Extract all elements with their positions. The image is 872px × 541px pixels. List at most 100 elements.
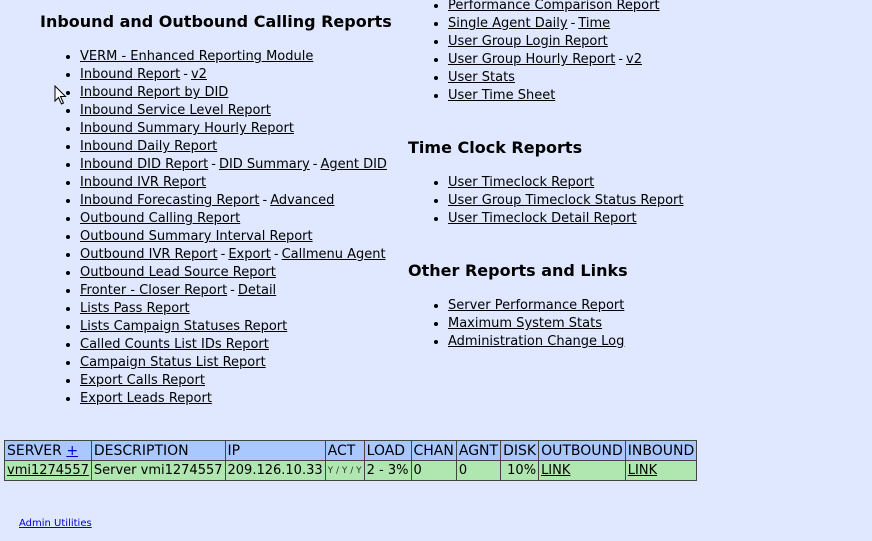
report-link-inbound-did-report[interactable]: Inbound DID Report bbox=[80, 157, 208, 172]
admin-utilities-link[interactable]: Admin Utilities bbox=[19, 518, 92, 529]
disk-column-header: DISK bbox=[500, 440, 540, 461]
agnt-column-header: AGNT bbox=[455, 440, 502, 461]
report-link-fronter-closer-report[interactable]: Fronter - Closer Report bbox=[80, 283, 227, 298]
list-item: Called Counts List IDs Report bbox=[80, 336, 400, 354]
list-item: Fronter - Closer Report-Detail bbox=[80, 282, 400, 300]
report-link-callmenu-agent[interactable]: Callmenu Agent bbox=[282, 247, 386, 262]
inbound-link[interactable]: LINK bbox=[628, 463, 657, 478]
other-reports-list: Server Performance Report Maximum System … bbox=[408, 297, 868, 351]
list-item: VERM - Enhanced Reporting Module bbox=[80, 48, 400, 66]
report-link-user-stats[interactable]: User Stats bbox=[448, 70, 515, 85]
list-item: Outbound Summary Interval Report bbox=[80, 228, 400, 246]
report-link-called-counts-list-ids-report[interactable]: Called Counts List IDs Report bbox=[80, 337, 269, 352]
list-item: User Group Login Report bbox=[448, 33, 868, 51]
report-link-inbound-summary-hourly-report[interactable]: Inbound Summary Hourly Report bbox=[80, 121, 294, 136]
agent-reports-list: Performance Comparison Report Single Agen… bbox=[408, 0, 868, 105]
list-item: User Group Hourly Report-v2 bbox=[448, 51, 868, 69]
inbound-outbound-section: Inbound and Outbound Calling Reports VER… bbox=[40, 12, 400, 408]
outbound-link[interactable]: LINK bbox=[541, 463, 570, 478]
description-cell: Server vmi1274557 bbox=[90, 460, 226, 481]
report-link-lists-campaign-statuses-report[interactable]: Lists Campaign Statuses Report bbox=[80, 319, 287, 334]
report-link-v2[interactable]: v2 bbox=[626, 52, 642, 67]
report-link-inbound-service-level-report[interactable]: Inbound Service Level Report bbox=[80, 103, 271, 118]
inbound-outbound-title: Inbound and Outbound Calling Reports bbox=[40, 12, 392, 31]
list-item: User Timeclock Detail Report bbox=[448, 210, 868, 228]
act-column-header: ACT bbox=[324, 440, 365, 461]
list-item: Campaign Status List Report bbox=[80, 354, 400, 372]
server-sort-link[interactable]: + bbox=[66, 443, 78, 459]
list-item: Inbound Daily Report bbox=[80, 138, 400, 156]
report-link-user-group-login-report[interactable]: User Group Login Report bbox=[448, 34, 608, 49]
report-link-inbound-report-by-did[interactable]: Inbound Report by DID bbox=[80, 85, 228, 100]
report-link-advanced[interactable]: Advanced bbox=[270, 193, 334, 208]
report-link-user-timeclock-report[interactable]: User Timeclock Report bbox=[448, 175, 594, 190]
report-link-outbound-summary-interval-report[interactable]: Outbound Summary Interval Report bbox=[80, 229, 313, 244]
outbound-cell: LINK bbox=[538, 460, 626, 481]
report-link-campaign-status-list-report[interactable]: Campaign Status List Report bbox=[80, 355, 266, 370]
report-link-user-timeclock-detail-report[interactable]: User Timeclock Detail Report bbox=[448, 211, 637, 226]
report-link-user-group-hourly-report[interactable]: User Group Hourly Report bbox=[448, 52, 615, 67]
report-link-outbound-lead-source-report[interactable]: Outbound Lead Source Report bbox=[80, 265, 276, 280]
report-link-inbound-report[interactable]: Inbound Report bbox=[80, 67, 180, 82]
list-item: User Timeclock Report bbox=[448, 174, 868, 192]
ip-cell: 209.126.10.33 bbox=[224, 460, 326, 481]
report-link-maximum-system-stats[interactable]: Maximum System Stats bbox=[448, 316, 602, 331]
server-link[interactable]: vmi1274557 bbox=[7, 463, 89, 478]
report-link-verm-enhanced-reporting-module[interactable]: VERM - Enhanced Reporting Module bbox=[80, 49, 313, 64]
report-link-detail[interactable]: Detail bbox=[238, 283, 276, 298]
link-separator: - bbox=[570, 16, 576, 31]
report-link-v2[interactable]: v2 bbox=[191, 67, 207, 82]
report-link-user-time-sheet[interactable]: User Time Sheet bbox=[448, 88, 555, 103]
load-column-header: LOAD bbox=[363, 440, 412, 461]
list-item: Inbound Forecasting Report-Advanced bbox=[80, 192, 400, 210]
report-link-lists-pass-report[interactable]: Lists Pass Report bbox=[80, 301, 190, 316]
list-item: Lists Campaign Statuses Report bbox=[80, 318, 400, 336]
list-item: Inbound Report-v2 bbox=[80, 66, 400, 84]
chan-column-header: CHAN bbox=[410, 440, 457, 461]
report-link-outbound-calling-report[interactable]: Outbound Calling Report bbox=[80, 211, 240, 226]
list-item: User Time Sheet bbox=[448, 87, 868, 105]
right-column: Performance Comparison Report Single Agen… bbox=[408, 0, 868, 351]
list-item: Maximum System Stats bbox=[448, 315, 868, 333]
admin-utilities-footer: Admin Utilities bbox=[19, 518, 92, 529]
report-link-did-summary[interactable]: DID Summary bbox=[219, 157, 310, 172]
server-cell: vmi1274557 bbox=[4, 460, 92, 481]
report-link-inbound-forecasting-report[interactable]: Inbound Forecasting Report bbox=[80, 193, 259, 208]
list-item: Administration Change Log bbox=[448, 333, 868, 351]
list-item: User Group Timeclock Status Report bbox=[448, 192, 868, 210]
link-separator: - bbox=[312, 157, 318, 172]
link-separator: - bbox=[262, 193, 268, 208]
link-separator: - bbox=[220, 247, 226, 262]
link-separator: - bbox=[211, 157, 216, 172]
report-link-inbound-ivr-report[interactable]: Inbound IVR Report bbox=[80, 175, 206, 190]
report-link-inbound-daily-report[interactable]: Inbound Daily Report bbox=[80, 139, 217, 154]
table-row: vmi1274557 Server vmi1274557 209.126.10.… bbox=[4, 460, 698, 481]
report-link-export-leads-report[interactable]: Export Leads Report bbox=[80, 391, 212, 406]
report-link-outbound-ivr-report[interactable]: Outbound IVR Report bbox=[80, 247, 218, 262]
list-item: Inbound DID Report-DID Summary-Agent DID bbox=[80, 156, 400, 174]
report-link-time[interactable]: Time bbox=[578, 16, 610, 31]
list-item: Server Performance Report bbox=[448, 297, 868, 315]
act-cell: Y / Y / Y bbox=[324, 460, 365, 481]
other-reports-title: Other Reports and Links bbox=[408, 261, 628, 280]
link-separator: - bbox=[273, 247, 279, 262]
time-clock-list: User Timeclock Report User Group Timecloc… bbox=[408, 174, 868, 228]
report-link-user-group-timeclock-status-report[interactable]: User Group Timeclock Status Report bbox=[448, 193, 683, 208]
chan-cell: 0 bbox=[410, 460, 457, 481]
report-link-agent-did[interactable]: Agent DID bbox=[320, 157, 386, 172]
list-item: Inbound Service Level Report bbox=[80, 102, 400, 120]
list-item: Export Leads Report bbox=[80, 390, 400, 408]
list-item: Inbound Report by DID bbox=[80, 84, 400, 102]
list-item: Outbound IVR Report-Export-Callmenu Agen… bbox=[80, 246, 400, 264]
report-link-single-agent-daily[interactable]: Single Agent Daily bbox=[448, 16, 568, 31]
disk-cell: 10% bbox=[500, 460, 540, 481]
agnt-cell: 0 bbox=[455, 460, 502, 481]
report-link-server-performance-report[interactable]: Server Performance Report bbox=[448, 298, 624, 313]
report-link-export-calls-report[interactable]: Export Calls Report bbox=[80, 373, 205, 388]
report-link-performance-comparison-report[interactable]: Performance Comparison Report bbox=[448, 0, 660, 13]
report-link-export[interactable]: Export bbox=[228, 247, 271, 262]
list-item: Export Calls Report bbox=[80, 372, 400, 390]
list-item: Inbound IVR Report bbox=[80, 174, 400, 192]
report-link-administration-change-log[interactable]: Administration Change Log bbox=[448, 334, 624, 349]
description-column-header: DESCRIPTION bbox=[90, 440, 226, 461]
